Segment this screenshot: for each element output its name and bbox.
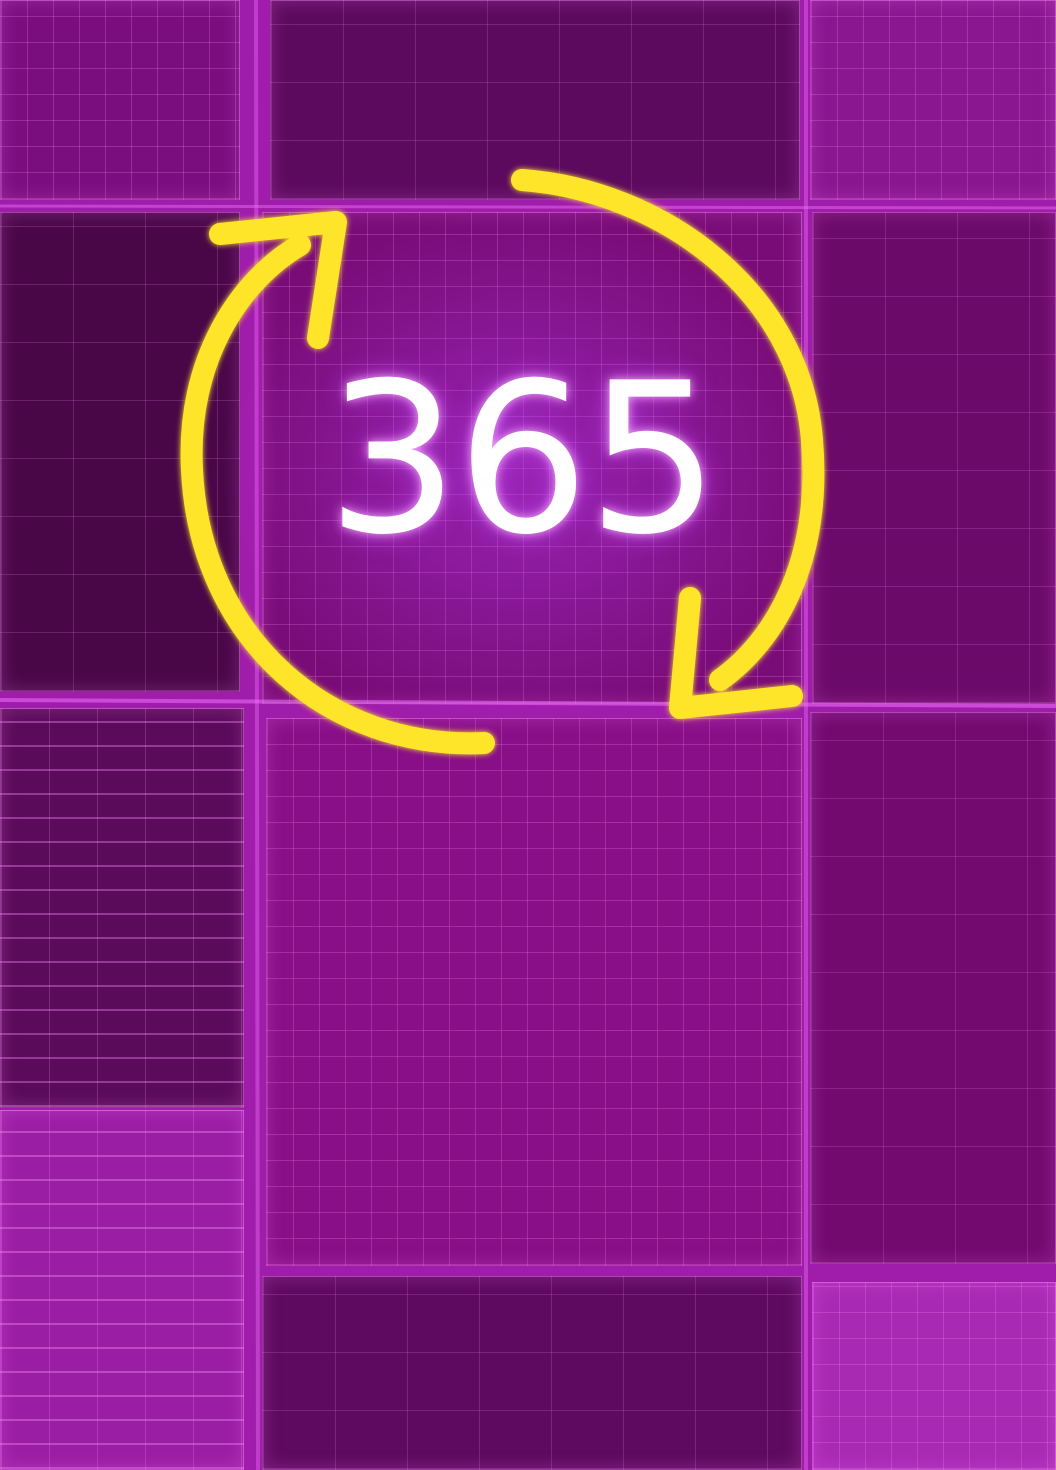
glow-line <box>0 204 1056 210</box>
poster-graphic: 365 <box>0 0 1056 1470</box>
cycle-number-365: 365 <box>326 339 719 581</box>
circular-refresh-arrows-icon <box>0 0 1056 1470</box>
